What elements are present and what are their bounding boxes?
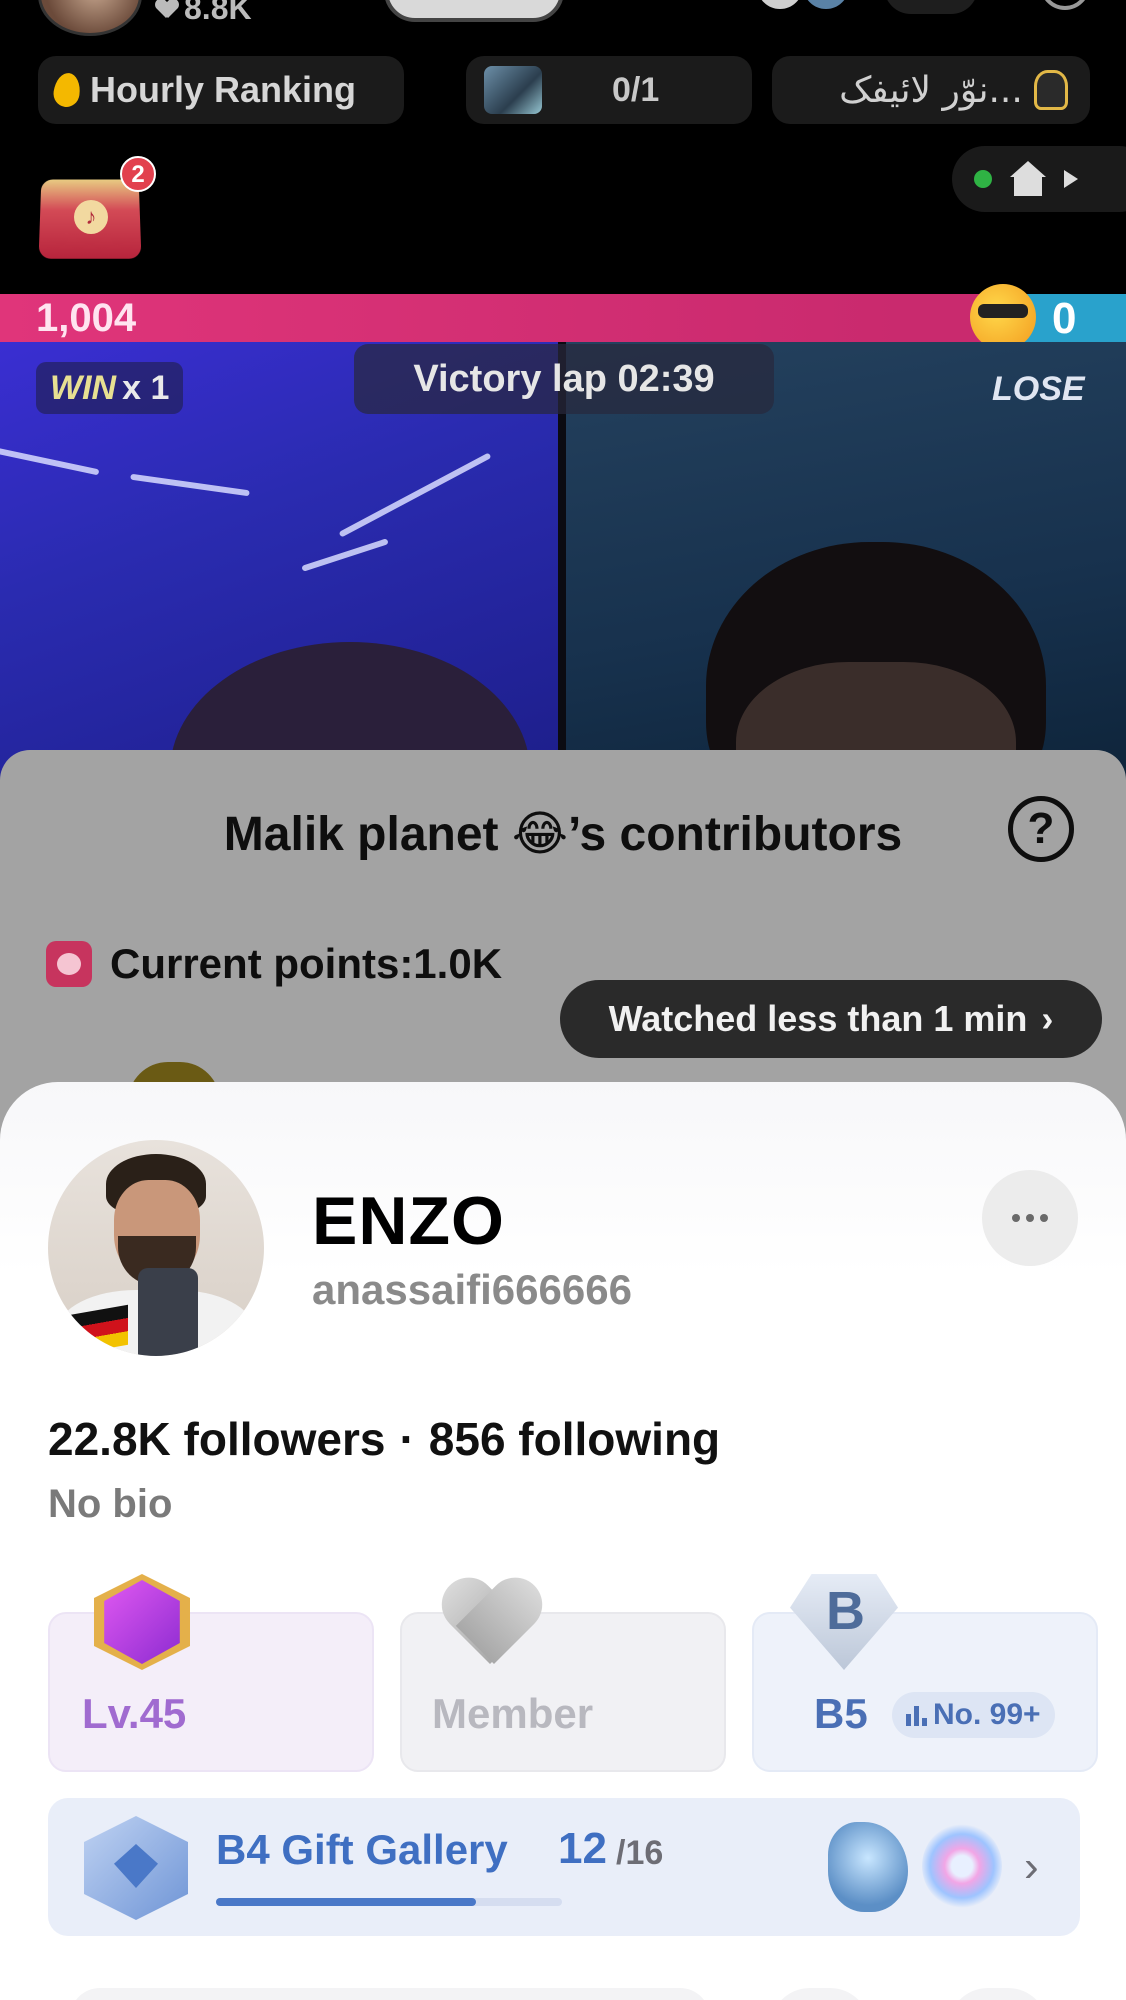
profile-card: ENZO anassaifi666666 22.8K followers · 8…: [0, 1082, 1126, 2000]
stats-separator: ·: [399, 1413, 415, 1465]
member-label: Member: [432, 1690, 594, 1737]
host-avatar[interactable]: [38, 0, 142, 36]
viewer-avatars[interactable]: [754, 0, 852, 12]
more-options-button[interactable]: [982, 1170, 1078, 1266]
community-label: نوّر لائیفک...: [839, 69, 1023, 111]
level-label: Lv.45: [82, 1690, 187, 1737]
right-score: 0: [1052, 294, 1077, 343]
hourly-ranking-label: Hourly Ranking: [90, 69, 357, 110]
alarm-clock-icon: [46, 941, 92, 987]
help-icon[interactable]: ?: [1008, 796, 1074, 862]
top-live-bar: 8.8K: [0, 0, 1126, 36]
gift-thumbnail: [828, 1822, 908, 1912]
current-points-label: Current points:1.0K: [110, 940, 503, 987]
hourly-ranking-button[interactable]: Hourly Ranking: [38, 56, 404, 124]
victory-lap-timer: Victory lap 02:39: [354, 344, 774, 414]
win-word: WIN: [50, 368, 117, 407]
bar-chart-icon: [906, 1704, 927, 1726]
heart-icon: [156, 0, 178, 19]
rank-number-pill: No. 99+: [892, 1692, 1055, 1738]
rank-tier-label: B5: [814, 1690, 868, 1737]
community-button[interactable]: نوّر لائیفک...: [772, 56, 1090, 124]
more-dots-icon: [1012, 1214, 1020, 1222]
heart-icon: [442, 1580, 542, 1670]
close-icon[interactable]: [1040, 0, 1090, 10]
house-icon[interactable]: [1008, 161, 1048, 197]
gallery-progress-bar: [216, 1898, 562, 1906]
win-label: WIN x 1: [36, 362, 184, 414]
following-count[interactable]: 856 following: [429, 1412, 720, 1466]
likes-value: 8.8K: [184, 0, 252, 26]
follow-stats: 22.8K followers · 856 following: [48, 1412, 720, 1466]
treasure-icon: [484, 66, 542, 114]
action-button[interactable]: [948, 1988, 1048, 2000]
username: anassaifi666666: [312, 1266, 632, 1313]
current-points: Current points:1.0K: [46, 940, 502, 988]
member-badge-card[interactable]: Member: [400, 1612, 726, 1772]
followers-count[interactable]: 22.8K followers: [48, 1412, 385, 1466]
gallery-count: 12: [558, 1824, 607, 1873]
gift-goal-button[interactable]: 0/1: [466, 56, 752, 124]
bio: No bio: [48, 1482, 173, 1526]
action-button[interactable]: [70, 1988, 710, 2000]
gift-chest-button[interactable]: ♪ 2: [36, 156, 156, 262]
action-button[interactable]: [770, 1988, 870, 2000]
rank-number: No. 99+: [933, 1698, 1041, 1731]
battle-score-bar: [0, 294, 1126, 342]
follow-button[interactable]: [384, 0, 564, 22]
contributors-title: Malik planet 😂’s contributors: [223, 808, 903, 861]
viewer-count[interactable]: [884, 0, 978, 14]
level-badge-card[interactable]: Lv.45: [48, 1574, 374, 1772]
live-status-dot: [974, 170, 992, 188]
watched-time-label: Watched less than 1 min: [608, 998, 1028, 1039]
watched-time-pill[interactable]: Watched less than 1 min ›: [560, 980, 1102, 1058]
win-multiplier: x 1: [122, 368, 170, 407]
avatar[interactable]: [48, 1140, 264, 1356]
sunglasses-emoji-icon: [970, 284, 1036, 350]
tiktok-logo-icon: ♪: [74, 200, 108, 234]
gift-goal-progress: 0/1: [612, 70, 660, 109]
chevron-right-icon: ›: [1041, 998, 1054, 1039]
phone-graphic: [138, 1268, 198, 1356]
chest-badge-count: 2: [120, 156, 156, 192]
gift-thumbnail: [922, 1824, 1002, 1908]
play-arrow-icon[interactable]: [1064, 170, 1078, 188]
battle-video-area[interactable]: WIN x 1 Victory lap 02:39 LOSE: [0, 342, 1126, 782]
rank-letter: B: [826, 1581, 865, 1641]
gift-gallery-card[interactable]: B4 Gift Gallery 12 /16 ›: [48, 1798, 1080, 1936]
lantern-icon: [1034, 70, 1068, 110]
gallery-total: /16: [616, 1834, 664, 1872]
left-score: 1,004: [36, 296, 137, 340]
gallery-title: B4 Gift Gallery: [216, 1826, 508, 1873]
rank-badge-card[interactable]: B B5 No. 99+: [752, 1574, 1098, 1772]
gallery-progress-fill: [216, 1898, 476, 1906]
likes-count: 8.8K: [156, 0, 252, 27]
lose-label: LOSE: [992, 370, 1085, 408]
chevron-right-icon: ›: [1024, 1842, 1039, 1891]
mini-controls[interactable]: [952, 146, 1126, 212]
ranking-row: Hourly Ranking 0/1 نوّر لائیفک...: [0, 56, 1126, 126]
display-name: ENZO: [312, 1183, 505, 1259]
level-gem-icon: [94, 1574, 190, 1670]
flame-icon: [51, 71, 83, 109]
